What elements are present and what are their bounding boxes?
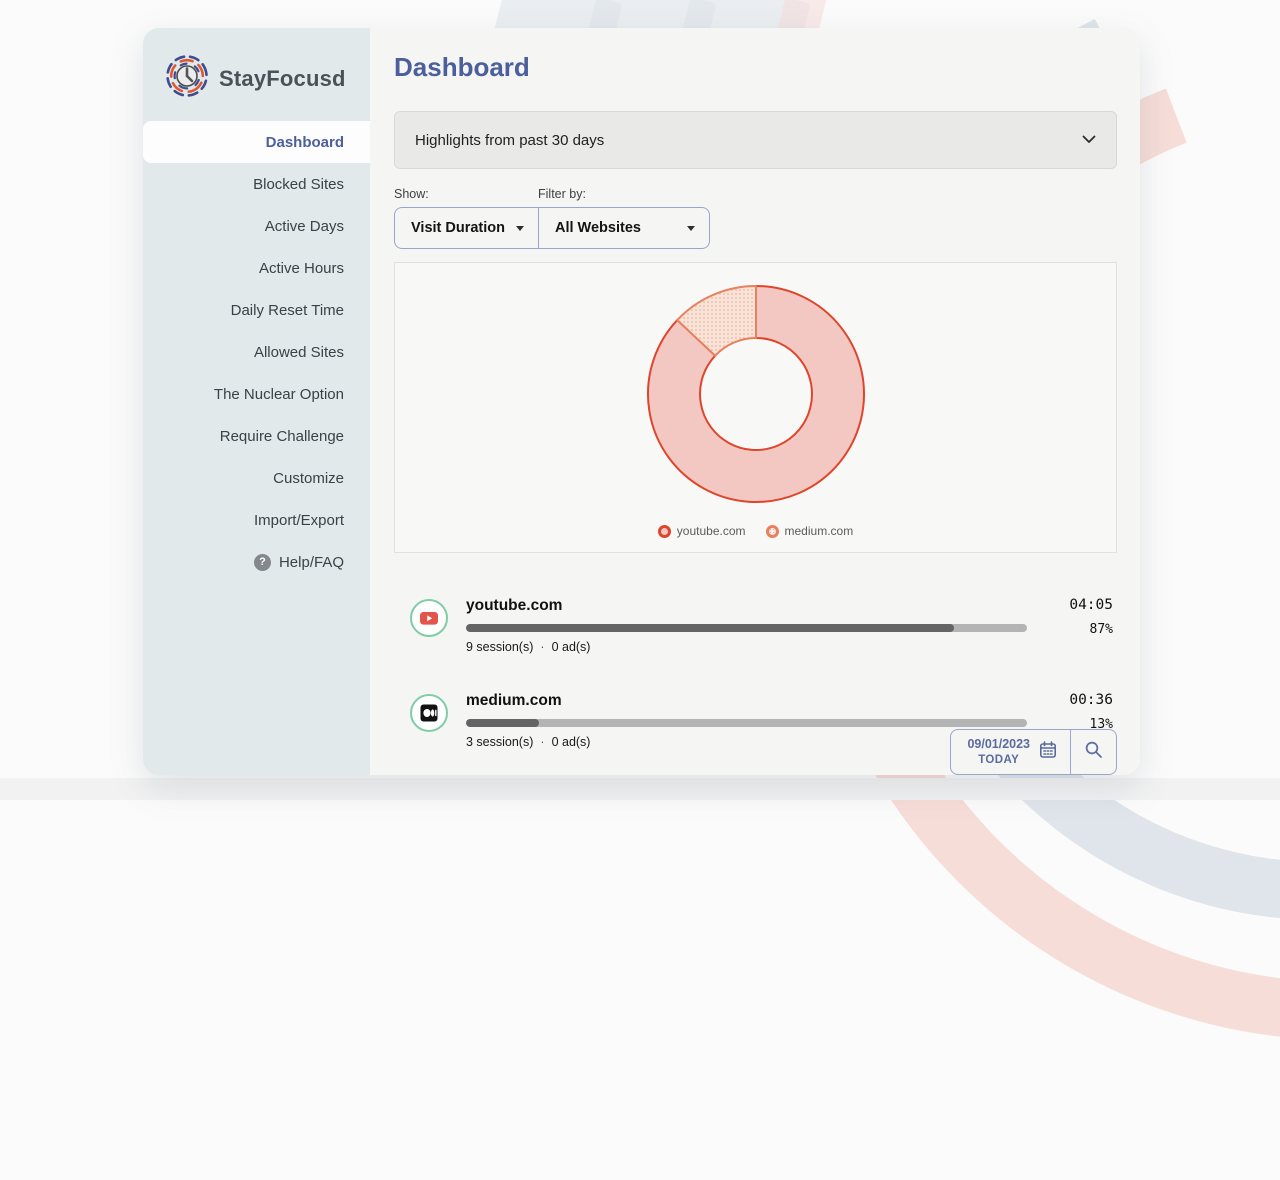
legend-item-medium[interactable]: medium.com	[766, 524, 854, 538]
donut-chart	[638, 263, 874, 524]
sidebar-nav: Dashboard Blocked Sites Active Days Acti…	[143, 121, 370, 583]
sidebar-item-require-challenge[interactable]: Require Challenge	[143, 415, 370, 457]
site-name: youtube.com	[466, 597, 1027, 615]
highlights-label: Highlights from past 30 days	[415, 132, 604, 149]
sidebar-item-label: Active Days	[265, 218, 344, 235]
ad-count: 0 ad(s)	[552, 640, 591, 654]
session-count: 9 session(s)	[466, 640, 533, 654]
calendar-icon	[1038, 740, 1058, 765]
filter-by-label: Filter by:	[538, 187, 710, 201]
caret-down-icon	[687, 226, 695, 231]
visit-duration: 00:36	[1069, 692, 1113, 708]
sidebar-item-active-hours[interactable]: Active Hours	[143, 247, 370, 289]
chart-panel: youtube.com medium.com	[394, 262, 1117, 553]
date-today-label: TODAY	[978, 753, 1019, 767]
usage-bar-fill	[466, 624, 954, 632]
stayfocusd-logo-icon	[165, 54, 209, 103]
visit-percent: 87%	[1090, 622, 1113, 637]
search-icon	[1084, 740, 1103, 764]
separator-dot: ·	[540, 735, 544, 749]
sidebar-item-label: Blocked Sites	[253, 176, 344, 193]
visit-duration: 04:05	[1069, 597, 1113, 613]
usage-bar-track	[466, 624, 1027, 632]
legend-item-youtube[interactable]: youtube.com	[658, 524, 746, 538]
sidebar-item-label: The Nuclear Option	[214, 386, 344, 403]
sidebar-item-nuclear-option[interactable]: The Nuclear Option	[143, 373, 370, 415]
sidebar-item-import-export[interactable]: Import/Export	[143, 499, 370, 541]
session-count: 3 session(s)	[466, 735, 533, 749]
filter-group: Filter by: All Websites	[538, 187, 710, 249]
sidebar-item-label: Import/Export	[254, 512, 344, 529]
usage-bar-fill	[466, 719, 539, 727]
separator-dot: ·	[540, 640, 544, 654]
site-row-youtube: youtube.com 9 session(s) · 0 ad(s) 04:05	[410, 597, 1113, 654]
usage-bar-track	[466, 719, 1027, 727]
date-picker[interactable]: 09/01/2023 TODAY	[951, 730, 1070, 774]
site-meta: 3 session(s) · 0 ad(s)	[466, 735, 1027, 749]
youtube-icon	[410, 599, 448, 637]
show-select[interactable]: Visit Duration	[394, 207, 538, 249]
medium-icon	[410, 694, 448, 732]
sidebar-item-label: Allowed Sites	[254, 344, 344, 361]
main-content: Dashboard Highlights from past 30 days S…	[370, 28, 1140, 775]
chart-legend: youtube.com medium.com	[658, 524, 853, 538]
sidebar-item-label: Require Challenge	[220, 428, 344, 445]
caret-down-icon	[516, 226, 524, 231]
sidebar-item-active-days[interactable]: Active Days	[143, 205, 370, 247]
legend-label: youtube.com	[677, 524, 746, 538]
deco-bottom-band	[0, 778, 1280, 800]
sidebar: StayFocusd Dashboard Blocked Sites Activ…	[143, 28, 370, 775]
sidebar-item-dashboard[interactable]: Dashboard	[143, 121, 370, 163]
search-button[interactable]	[1070, 730, 1116, 774]
sidebar-item-label: Customize	[273, 470, 344, 487]
legend-marker-youtube	[658, 525, 671, 538]
date-value: 09/01/2023	[967, 737, 1030, 753]
brand: StayFocusd	[143, 28, 370, 121]
site-name: medium.com	[466, 692, 1027, 710]
sidebar-item-blocked-sites[interactable]: Blocked Sites	[143, 163, 370, 205]
site-meta: 9 session(s) · 0 ad(s)	[466, 640, 1027, 654]
chevron-down-icon	[1082, 131, 1096, 149]
site-usage-list: youtube.com 9 session(s) · 0 ad(s) 04:05	[394, 597, 1117, 749]
sidebar-item-allowed-sites[interactable]: Allowed Sites	[143, 331, 370, 373]
sidebar-item-label: Dashboard	[266, 134, 344, 151]
page-title: Dashboard	[394, 52, 1117, 83]
date-search-group: 09/01/2023 TODAY	[950, 729, 1117, 775]
show-label: Show:	[394, 187, 538, 201]
app-window: StayFocusd Dashboard Blocked Sites Activ…	[143, 28, 1140, 775]
app-title: StayFocusd	[219, 66, 346, 92]
filter-select[interactable]: All Websites	[538, 207, 710, 249]
sidebar-item-label: Help/FAQ	[279, 554, 344, 571]
sidebar-item-help-faq[interactable]: ? Help/FAQ	[143, 541, 370, 583]
show-group: Show: Visit Duration	[394, 187, 538, 249]
sidebar-item-daily-reset-time[interactable]: Daily Reset Time	[143, 289, 370, 331]
filter-select-value: All Websites	[555, 220, 641, 236]
show-select-value: Visit Duration	[411, 220, 505, 236]
legend-marker-medium	[766, 525, 779, 538]
sidebar-item-customize[interactable]: Customize	[143, 457, 370, 499]
legend-label: medium.com	[785, 524, 854, 538]
ad-count: 0 ad(s)	[552, 735, 591, 749]
sidebar-item-label: Daily Reset Time	[231, 302, 344, 319]
highlights-dropdown[interactable]: Highlights from past 30 days	[394, 111, 1117, 169]
controls-row: Show: Visit Duration Filter by: All Webs…	[394, 187, 1117, 249]
sidebar-item-label: Active Hours	[259, 260, 344, 277]
help-icon: ?	[254, 554, 271, 571]
